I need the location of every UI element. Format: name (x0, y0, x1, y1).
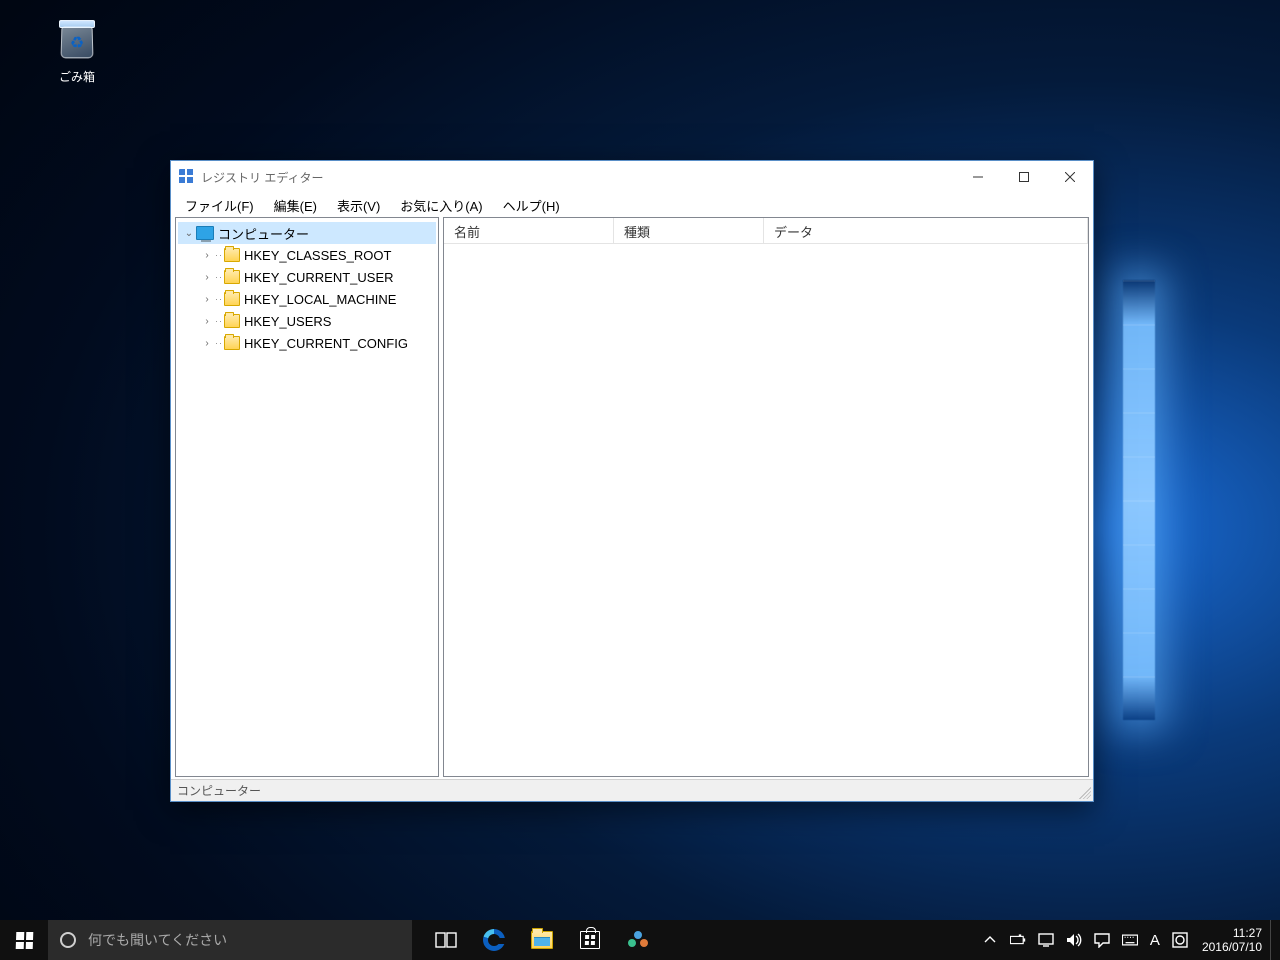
show-desktop-button[interactable] (1270, 920, 1276, 960)
tree-hive-label: HKEY_USERS (244, 314, 331, 329)
tree-hive-label: HKEY_LOCAL_MACHINE (244, 292, 396, 307)
recycle-bin-icon: ♻ (53, 14, 101, 62)
minimize-icon (973, 172, 983, 182)
statusbar-text: コンピューター (177, 782, 261, 799)
store-icon (580, 931, 600, 949)
column-name[interactable]: 名前 (444, 218, 614, 243)
menu-edit[interactable]: 編集(E) (264, 194, 327, 217)
tree-root-computer[interactable]: ⌄ コンピューター (178, 222, 436, 244)
tree-hive-current-user[interactable]: › ·· HKEY_CURRENT_USER (196, 266, 436, 288)
menu-favorites[interactable]: お気に入り(A) (390, 194, 492, 217)
statusbar: コンピューター (171, 779, 1093, 801)
tree-connector: ·· (215, 250, 223, 260)
battery-icon (1010, 932, 1026, 948)
clock-date: 2016/07/10 (1202, 940, 1262, 954)
list-pane[interactable]: 名前 種類 データ (443, 217, 1089, 777)
folder-icon (224, 292, 240, 306)
window-title: レジストリ エディター (201, 169, 324, 186)
tree-connector: ·· (215, 316, 223, 326)
folder-icon (224, 248, 240, 262)
network-icon (1038, 932, 1054, 948)
folder-icon (224, 336, 240, 350)
action-center-button[interactable] (1088, 920, 1116, 960)
edge-icon (483, 929, 505, 951)
action-center-icon (1094, 932, 1110, 948)
network-button[interactable] (1032, 920, 1060, 960)
search-placeholder: 何でも聞いてください (88, 930, 227, 950)
desktop[interactable]: ♻ ごみ箱 レジストリ エディター ファイル(F) 編集(E) 表示(V) お気… (0, 0, 1280, 960)
menu-view[interactable]: 表示(V) (327, 194, 390, 217)
titlebar[interactable]: レジストリ エディター (171, 161, 1093, 193)
task-view-icon (435, 929, 457, 951)
edge-button[interactable] (470, 920, 518, 960)
ime-pad-icon (1172, 932, 1188, 948)
maximize-icon (1019, 172, 1029, 182)
volume-button[interactable] (1060, 920, 1088, 960)
tree-hive-local-machine[interactable]: › ·· HKEY_LOCAL_MACHINE (196, 288, 436, 310)
chevron-right-icon[interactable]: › (200, 338, 214, 349)
ime-mode-button[interactable]: A (1144, 920, 1166, 960)
tree-pane[interactable]: ⌄ コンピューター › ·· HKEY_CLASSES_ROOT (175, 217, 439, 777)
clock-time: 11:27 (1202, 926, 1262, 940)
tree-hive-current-config[interactable]: › ·· HKEY_CURRENT_CONFIG (196, 332, 436, 354)
tree-hive-label: HKEY_CURRENT_CONFIG (244, 336, 408, 351)
taskbar-apps (422, 920, 662, 960)
recycle-bin[interactable]: ♻ ごみ箱 (38, 10, 116, 85)
tree-connector: ·· (215, 294, 223, 304)
folder-icon (224, 314, 240, 328)
wallpaper-light-segments (1123, 280, 1155, 720)
ime-mode-label: A (1150, 932, 1160, 949)
regedit-window: レジストリ エディター ファイル(F) 編集(E) 表示(V) お気に入り(A)… (170, 160, 1094, 802)
computer-icon (196, 226, 214, 240)
clock[interactable]: 11:27 2016/07/10 (1194, 926, 1270, 954)
resize-grip[interactable] (1079, 787, 1091, 799)
chevron-up-icon (982, 932, 998, 948)
chevron-right-icon[interactable]: › (200, 316, 214, 327)
menu-help[interactable]: ヘルプ(H) (493, 194, 570, 217)
close-button[interactable] (1047, 161, 1093, 193)
people-button[interactable] (614, 920, 662, 960)
touch-keyboard-button[interactable] (1116, 920, 1144, 960)
recycle-bin-label: ごみ箱 (38, 68, 116, 85)
taskbar: 何でも聞いてください (0, 920, 1280, 960)
list-header: 名前 種類 データ (444, 218, 1088, 244)
task-view-button[interactable] (422, 920, 470, 960)
column-type[interactable]: 種類 (614, 218, 764, 243)
tree-root-label: コンピューター (218, 224, 309, 243)
tree-hive-label: HKEY_CURRENT_USER (244, 270, 394, 285)
tree-hive-label: HKEY_CLASSES_ROOT (244, 248, 391, 263)
system-tray: A 11:27 2016/07/10 (976, 920, 1280, 960)
close-icon (1065, 172, 1075, 182)
chevron-down-icon[interactable]: ⌄ (182, 228, 196, 239)
column-data[interactable]: データ (764, 218, 1088, 243)
search-box[interactable]: 何でも聞いてください (48, 920, 412, 960)
tree-hive-users[interactable]: › ·· HKEY_USERS (196, 310, 436, 332)
tree-hive-classes-root[interactable]: › ·· HKEY_CLASSES_ROOT (196, 244, 436, 266)
regedit-icon (179, 169, 195, 185)
folder-icon (224, 270, 240, 284)
file-explorer-icon (531, 931, 553, 949)
keyboard-icon (1122, 932, 1138, 948)
tree-connector: ·· (215, 338, 223, 348)
chevron-right-icon[interactable]: › (200, 250, 214, 261)
maximize-button[interactable] (1001, 161, 1047, 193)
people-icon (627, 929, 649, 951)
menubar: ファイル(F) 編集(E) 表示(V) お気に入り(A) ヘルプ(H) (171, 193, 1093, 217)
file-explorer-button[interactable] (518, 920, 566, 960)
menu-file[interactable]: ファイル(F) (175, 194, 264, 217)
chevron-right-icon[interactable]: › (200, 294, 214, 305)
store-button[interactable] (566, 920, 614, 960)
cortana-circle-icon (48, 932, 88, 948)
ime-pad-button[interactable] (1166, 920, 1194, 960)
tree-connector: ·· (215, 272, 223, 282)
tray-overflow-button[interactable] (976, 920, 1004, 960)
minimize-button[interactable] (955, 161, 1001, 193)
windows-start-icon (15, 932, 33, 949)
start-button[interactable] (0, 920, 48, 960)
battery-button[interactable] (1004, 920, 1032, 960)
chevron-right-icon[interactable]: › (200, 272, 214, 283)
volume-icon (1066, 932, 1082, 948)
